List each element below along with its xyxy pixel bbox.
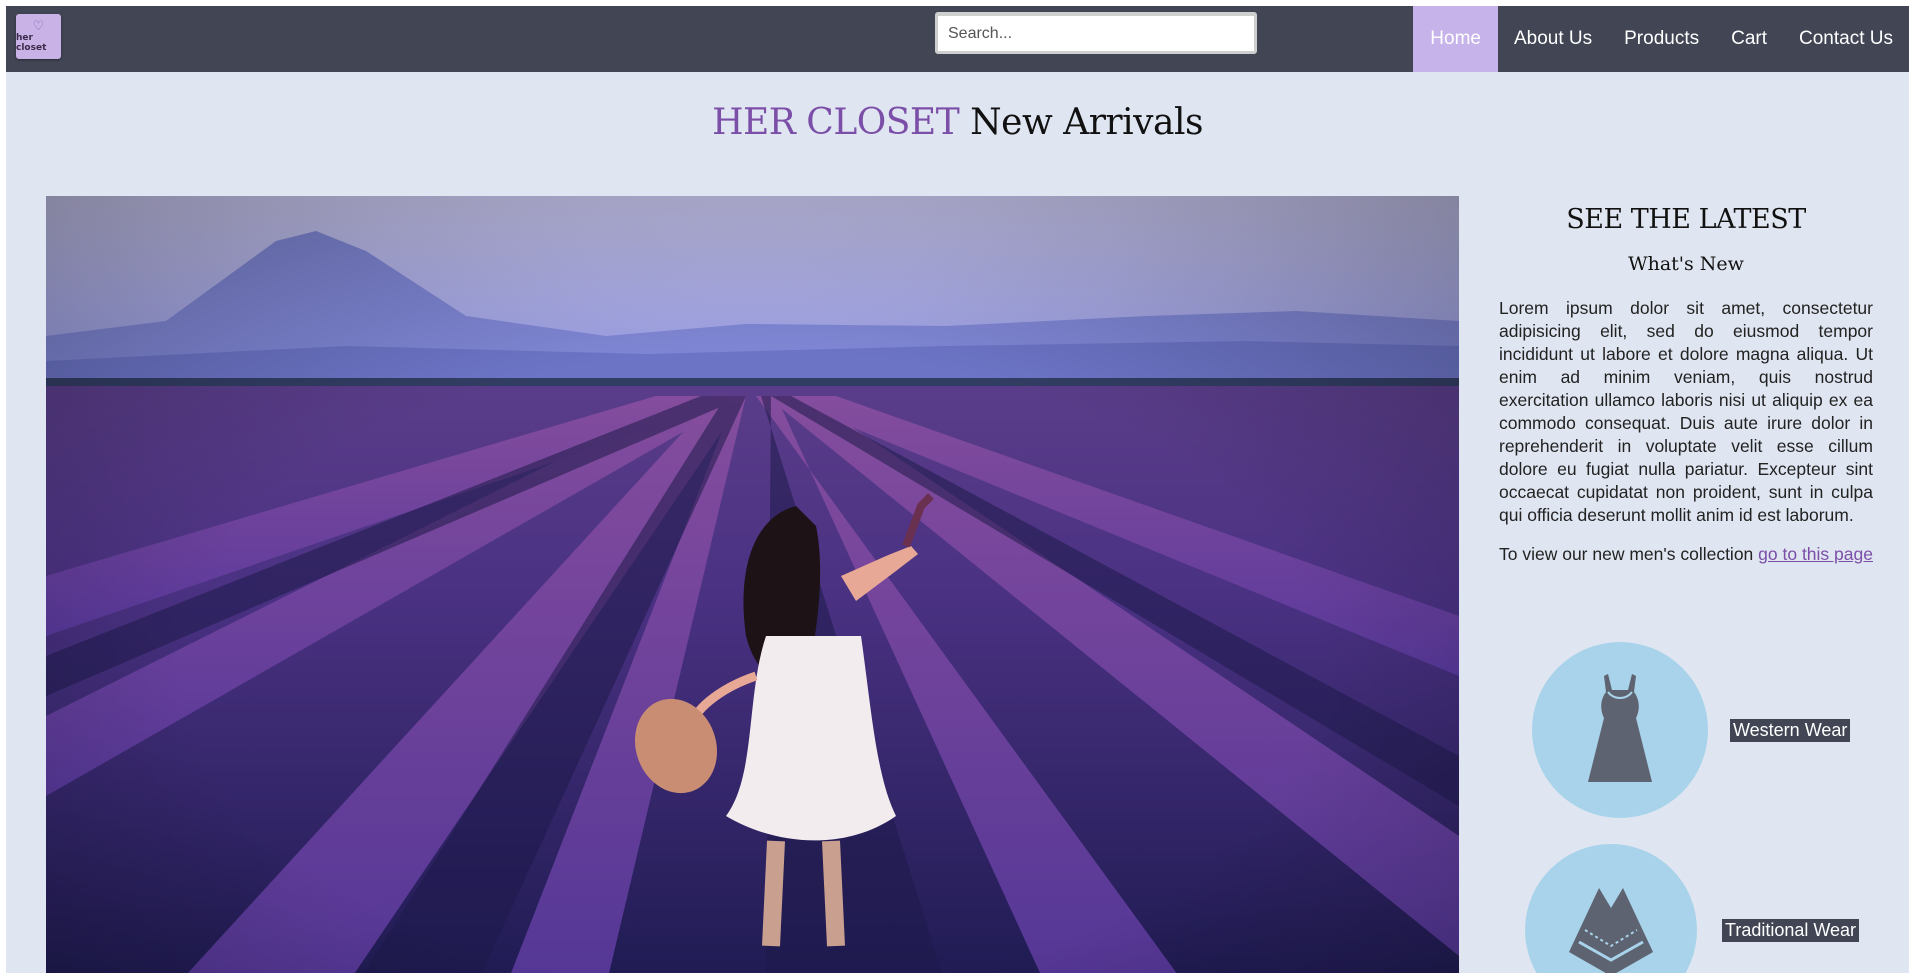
category-traditional-wear[interactable]: Traditional Wear bbox=[1525, 844, 1860, 973]
page-title: HER CLOSET New Arrivals bbox=[6, 102, 1909, 143]
page: ♡ her closet Home About Us Products Cart… bbox=[6, 6, 1909, 973]
heart-icon: ♡ bbox=[32, 18, 45, 34]
nav-contact-us[interactable]: Contact Us bbox=[1783, 6, 1909, 72]
category-label[interactable]: Traditional Wear bbox=[1722, 918, 1860, 942]
category-western-wear[interactable]: Western Wear bbox=[1532, 642, 1851, 818]
mens-collection-link[interactable]: go to this page bbox=[1758, 544, 1873, 564]
nav-products[interactable]: Products bbox=[1608, 6, 1715, 72]
sidebar: SEE THE LATEST What's New Lorem ipsum do… bbox=[1499, 196, 1873, 566]
search-input[interactable] bbox=[935, 12, 1257, 54]
page-title-brand: HER CLOSET bbox=[712, 102, 960, 143]
sidebar-cta-text: To view our new men's collection bbox=[1499, 544, 1759, 564]
sidebar-subtitle: What's New bbox=[1628, 253, 1744, 275]
hero-image bbox=[46, 196, 1459, 973]
navbar: ♡ her closet Home About Us Products Cart… bbox=[6, 6, 1909, 72]
page-title-rest: New Arrivals bbox=[970, 102, 1203, 143]
poncho-icon bbox=[1525, 844, 1697, 973]
sidebar-body: Lorem ipsum dolor sit amet, consectetur … bbox=[1499, 298, 1873, 525]
logo[interactable]: ♡ her closet bbox=[16, 14, 61, 59]
nav-home[interactable]: Home bbox=[1413, 6, 1498, 72]
dress-icon bbox=[1532, 642, 1708, 818]
nav-about-us[interactable]: About Us bbox=[1498, 6, 1608, 72]
nav-cart[interactable]: Cart bbox=[1715, 6, 1783, 72]
logo-text: her closet bbox=[16, 32, 47, 53]
sidebar-title: SEE THE LATEST bbox=[1566, 204, 1806, 235]
nav-links: Home About Us Products Cart Contact Us bbox=[1413, 6, 1909, 72]
category-label[interactable]: Western Wear bbox=[1730, 718, 1851, 742]
sidebar-cta: To view our new men's collection go to t… bbox=[1499, 543, 1873, 566]
